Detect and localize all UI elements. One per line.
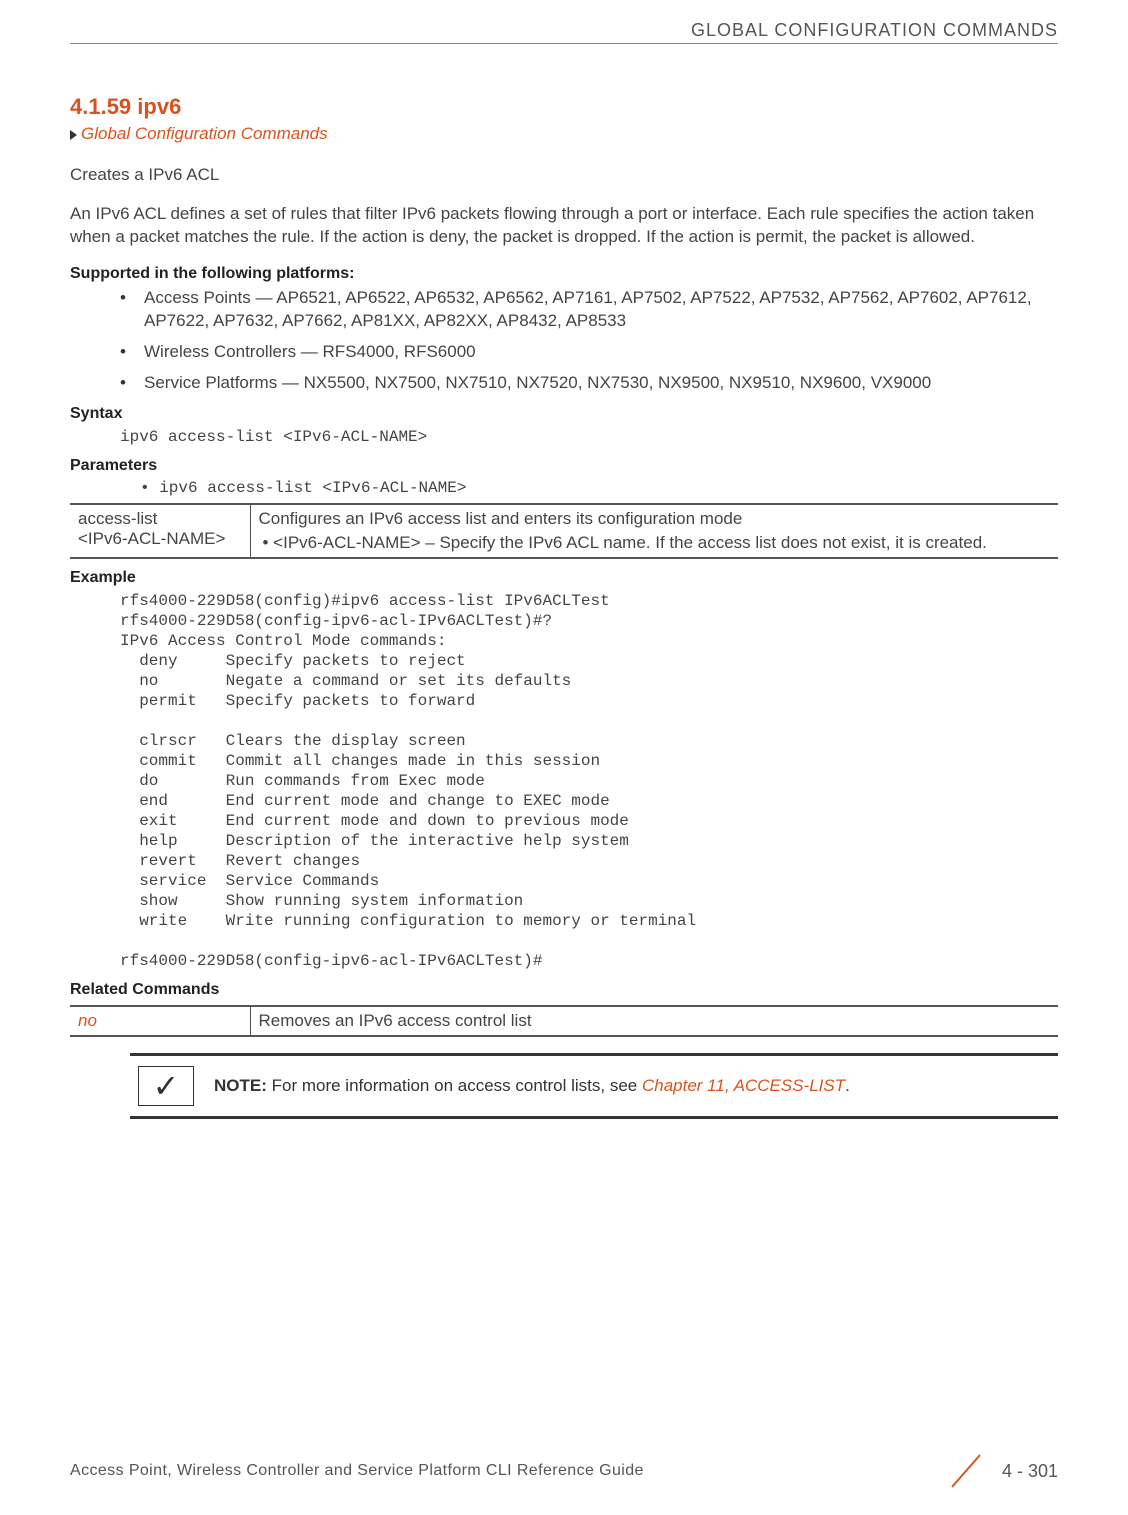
platforms-list: Access Points — AP6521, AP6522, AP6532, … bbox=[70, 287, 1058, 395]
footer-title: Access Point, Wireless Controller and Se… bbox=[70, 1462, 644, 1480]
example-code: rfs4000-229D58(config)#ipv6 access-list … bbox=[120, 591, 1058, 971]
footer: Access Point, Wireless Controller and Se… bbox=[70, 1451, 1058, 1491]
param-desc-cell: Configures an IPv6 access list and enter… bbox=[250, 504, 1058, 558]
list-item: Access Points — AP6521, AP6522, AP6532, … bbox=[120, 287, 1058, 333]
list-item: Wireless Controllers — RFS4000, RFS6000 bbox=[120, 341, 1058, 364]
breadcrumb-arrow-icon bbox=[70, 130, 77, 140]
note-box: ✓ NOTE: For more information on access c… bbox=[130, 1053, 1058, 1119]
breadcrumb: Global Configuration Commands bbox=[70, 124, 1058, 144]
note-link[interactable]: Chapter 11, ACCESS-LIST bbox=[642, 1076, 845, 1095]
note-body: For more information on access control l… bbox=[267, 1076, 642, 1095]
related-table: no Removes an IPv6 access control list bbox=[70, 1005, 1058, 1037]
param-desc-sub: • <IPv6-ACL-NAME> – Specify the IPv6 ACL… bbox=[259, 533, 1051, 553]
intro-short: Creates a IPv6 ACL bbox=[70, 164, 1058, 187]
breadcrumb-text: Global Configuration Commands bbox=[81, 124, 328, 143]
related-cmd: no bbox=[70, 1006, 250, 1036]
related-desc: Removes an IPv6 access control list bbox=[250, 1006, 1058, 1036]
syntax-code: ipv6 access-list <IPv6-ACL-NAME> bbox=[120, 427, 1058, 447]
check-icon: ✓ bbox=[138, 1066, 194, 1106]
param-name-cell: access-list <IPv6-ACL-NAME> bbox=[70, 504, 250, 558]
syntax-heading: Syntax bbox=[70, 405, 1058, 423]
table-row: access-list <IPv6-ACL-NAME> Configures a… bbox=[70, 504, 1058, 558]
parameters-table: access-list <IPv6-ACL-NAME> Configures a… bbox=[70, 503, 1058, 559]
parameters-heading: Parameters bbox=[70, 457, 1058, 475]
page-number: 4 - 301 bbox=[1002, 1461, 1058, 1482]
page: GLOBAL CONFIGURATION COMMANDS 4.1.59 ipv… bbox=[0, 0, 1128, 1515]
param-desc-main: Configures an IPv6 access list and enter… bbox=[259, 509, 1051, 529]
intro-long: An IPv6 ACL defines a set of rules that … bbox=[70, 203, 1058, 249]
page-slash-icon bbox=[946, 1451, 986, 1491]
note-tail: . bbox=[845, 1076, 850, 1095]
related-heading: Related Commands bbox=[70, 981, 1058, 999]
parameters-bullet: • ipv6 access-list <IPv6-ACL-NAME> bbox=[140, 479, 1058, 497]
chapter-header: GLOBAL CONFIGURATION COMMANDS bbox=[70, 20, 1058, 44]
page-number-box: 4 - 301 bbox=[946, 1451, 1058, 1491]
note-text: NOTE: For more information on access con… bbox=[214, 1076, 850, 1096]
section-number: 4.1.59 ipv6 bbox=[70, 94, 1058, 120]
list-item: Service Platforms — NX5500, NX7500, NX75… bbox=[120, 372, 1058, 395]
example-heading: Example bbox=[70, 569, 1058, 587]
platforms-heading: Supported in the following platforms: bbox=[70, 265, 1058, 283]
table-row: no Removes an IPv6 access control list bbox=[70, 1006, 1058, 1036]
note-label: NOTE: bbox=[214, 1076, 267, 1095]
